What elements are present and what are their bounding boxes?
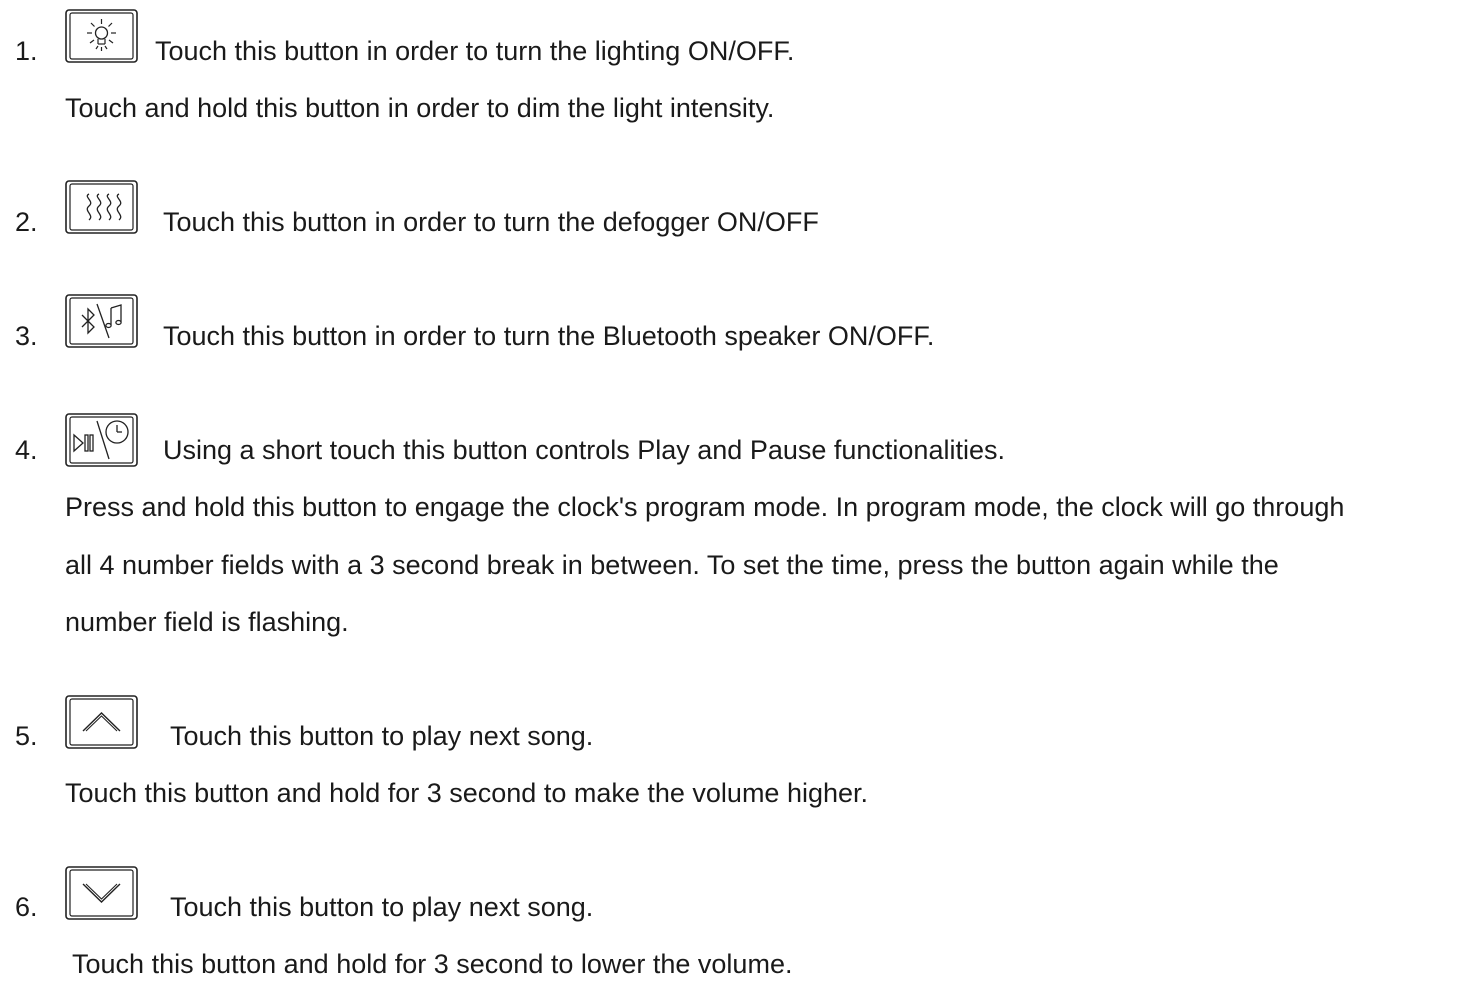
item-text: Touch this button to play next song. [170,721,594,751]
item-extra-text: Touch this button and hold for 3 second … [65,949,793,979]
item-number: 4. [15,435,38,465]
defogger-icon [65,180,138,234]
item-text: Using a short touch this button controls… [163,435,1005,465]
item-text: Touch this button to play next song. [170,892,594,922]
chevron-down-icon [65,866,138,920]
item-number: 2. [15,207,38,237]
item-extra-text: number field is flashing. [65,607,349,637]
item-number: 3. [15,321,38,351]
item-extra-text: Touch this button and hold for 3 second … [65,778,869,808]
light-bulb-icon [65,9,138,63]
item-number: 1. [15,36,38,66]
item-text: Touch this button in order to turn the d… [163,207,819,237]
item-text: Touch this button in order to turn the l… [155,36,795,66]
bluetooth-music-icon [65,294,138,348]
item-number: 6. [15,892,38,922]
item-text: Touch this button in order to turn the B… [163,321,935,351]
chevron-up-icon [65,695,138,749]
item-extra-text: all 4 number fields with a 3 second brea… [65,550,1279,580]
item-extra-text: Touch and hold this button in order to d… [65,93,775,123]
item-number: 5. [15,721,38,751]
play-pause-clock-icon [65,413,138,467]
item-extra-text: Press and hold this button to engage the… [65,492,1345,522]
